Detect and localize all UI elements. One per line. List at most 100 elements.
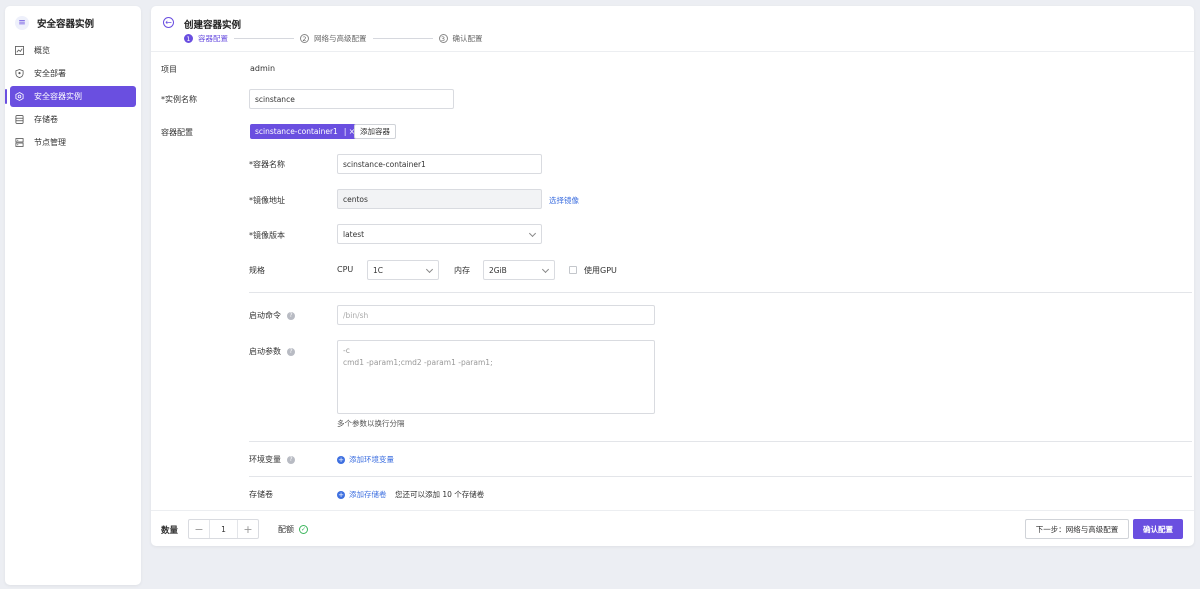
sidebar-item-label: 安全容器实例 bbox=[34, 92, 82, 101]
startup-args-text: 启动参数 bbox=[249, 347, 281, 356]
project-label: 项目 bbox=[161, 65, 177, 74]
step-number: 3 bbox=[438, 34, 448, 43]
chevron-down-icon bbox=[541, 265, 550, 274]
sidebar-item-nodes[interactable]: 节点管理 bbox=[10, 132, 136, 153]
sidebar-item-label: 节点管理 bbox=[34, 138, 66, 147]
active-indicator bbox=[5, 89, 7, 104]
image-version-select[interactable]: latest bbox=[337, 224, 542, 244]
image-version-label: *镜像版本 bbox=[249, 231, 285, 240]
startup-args-textarea[interactable]: -c cmd1 -param1;cmd2 -param1 -param1; bbox=[337, 340, 655, 414]
env-text: 环境变量 bbox=[249, 455, 281, 464]
chart-icon bbox=[15, 46, 24, 55]
startup-args-placeholder-line: -c bbox=[343, 346, 350, 355]
instance-name-label: *实例名称 bbox=[161, 95, 197, 104]
volume-hint: 您还可以添加 10 个存储卷 bbox=[395, 490, 485, 499]
minus-button[interactable]: − bbox=[189, 520, 209, 538]
memory-value: 2GiB bbox=[489, 265, 507, 275]
project-value: admin bbox=[250, 64, 276, 73]
container-tag-label: scinstance-container1 bbox=[255, 127, 338, 136]
sidebar-item-label: 存储卷 bbox=[34, 115, 58, 124]
step-container-config: 1 容器配置 bbox=[184, 33, 228, 44]
server-icon bbox=[15, 138, 24, 147]
quota-text: 配额 bbox=[278, 525, 294, 534]
sidebar-item-label: 概览 bbox=[34, 46, 50, 55]
container-tag[interactable]: scinstance-container1 | × bbox=[250, 124, 361, 139]
back-arrow-icon[interactable]: ← bbox=[163, 17, 174, 28]
step-label: 容器配置 bbox=[198, 34, 228, 43]
page-title: 创建容器实例 bbox=[184, 20, 242, 31]
gpu-checkbox[interactable] bbox=[569, 266, 577, 274]
sidebar-header: ≡ 安全容器实例 bbox=[5, 6, 141, 40]
container-name-input[interactable]: scinstance-container1 bbox=[337, 154, 542, 174]
memory-label: 内存 bbox=[454, 266, 470, 275]
volume-label: 存储卷 bbox=[249, 490, 273, 499]
plus-icon: + bbox=[337, 490, 345, 499]
quantity-value[interactable]: 1 bbox=[209, 520, 238, 538]
add-container-button[interactable]: 添加容器 bbox=[354, 124, 396, 139]
args-hint: 多个参数以换行分隔 bbox=[337, 419, 405, 428]
spec-label: 规格 bbox=[249, 266, 265, 275]
step-number: 1 bbox=[184, 34, 193, 43]
help-icon[interactable]: ? bbox=[287, 311, 295, 320]
step-number: 2 bbox=[300, 34, 309, 43]
sidebar-title: 安全容器实例 bbox=[37, 19, 95, 30]
image-label: *镜像地址 bbox=[249, 196, 285, 205]
step-confirm-config: 3 确认配置 bbox=[438, 33, 483, 44]
divider bbox=[249, 441, 1192, 442]
menu-icon[interactable]: ≡ bbox=[15, 16, 29, 30]
image-version-value: latest bbox=[343, 229, 365, 239]
add-volume-link[interactable]: + 添加存储卷 bbox=[337, 489, 387, 500]
page-header: ← 创建容器实例 1 容器配置 2 网络与高级配置 3 确认配置 bbox=[151, 6, 1194, 52]
image-value: centos bbox=[343, 194, 368, 204]
step-label: 确认配置 bbox=[452, 34, 483, 43]
cpu-label: CPU bbox=[337, 265, 354, 274]
sidebar-item-overview[interactable]: 概览 bbox=[10, 40, 136, 61]
stepper-progress: 1 容器配置 2 网络与高级配置 3 确认配置 bbox=[184, 33, 483, 44]
container-name-label: *容器名称 bbox=[249, 160, 285, 169]
quantity-stepper: − 1 + bbox=[188, 519, 259, 539]
shield-icon bbox=[15, 69, 24, 78]
memory-select[interactable]: 2GiB bbox=[483, 260, 555, 280]
container-config-label: 容器配置 bbox=[161, 128, 193, 137]
step-connector bbox=[372, 38, 433, 39]
container-name-value: scinstance-container1 bbox=[343, 159, 426, 169]
divider bbox=[249, 292, 1192, 293]
env-label: 环境变量? bbox=[249, 454, 295, 465]
startup-cmd-input[interactable]: /bin/sh bbox=[337, 305, 655, 325]
divider bbox=[249, 476, 1192, 477]
help-icon[interactable]: ? bbox=[287, 347, 295, 356]
storage-icon bbox=[15, 115, 24, 124]
image-input[interactable]: centos bbox=[337, 189, 542, 209]
check-circle-icon: ✓ bbox=[299, 525, 308, 534]
cpu-select[interactable]: 1C bbox=[367, 260, 439, 280]
step-network-config: 2 网络与高级配置 bbox=[300, 33, 367, 44]
add-volume-label: 添加存储卷 bbox=[349, 490, 387, 499]
container-icon bbox=[15, 92, 24, 101]
startup-cmd-label: 启动命令? bbox=[249, 310, 295, 321]
startup-cmd-placeholder: /bin/sh bbox=[343, 310, 369, 320]
confirm-config-button[interactable]: 确认配置 bbox=[1133, 519, 1183, 539]
sidebar-item-volumes[interactable]: 存储卷 bbox=[10, 109, 136, 130]
startup-args-placeholder-line: cmd1 -param1;cmd2 -param1 -param1; bbox=[343, 358, 493, 367]
footer-bar: 数量 − 1 + 配额 ✓ 下一步：网络与高级配置 确认配置 bbox=[151, 510, 1194, 546]
quota-label: 配额 ✓ bbox=[278, 524, 308, 535]
main-panel: ← 创建容器实例 1 容器配置 2 网络与高级配置 3 确认配置 项目 admi… bbox=[151, 6, 1194, 546]
sidebar-item-label: 安全部署 bbox=[34, 69, 66, 78]
add-env-link[interactable]: + 添加环境变量 bbox=[337, 454, 394, 465]
startup-cmd-text: 启动命令 bbox=[249, 311, 281, 320]
select-image-link[interactable]: 选择镜像 bbox=[549, 195, 579, 206]
help-icon[interactable]: ? bbox=[287, 455, 295, 464]
plus-icon: + bbox=[337, 455, 345, 464]
sidebar-item-secure-container[interactable]: 安全容器实例 bbox=[5, 86, 136, 107]
plus-button[interactable]: + bbox=[238, 520, 258, 538]
add-env-label: 添加环境变量 bbox=[349, 455, 394, 464]
instance-name-input[interactable]: scinstance bbox=[249, 89, 454, 109]
next-step-button[interactable]: 下一步：网络与高级配置 bbox=[1025, 519, 1129, 539]
sidebar-item-secure-deploy[interactable]: 安全部署 bbox=[10, 63, 136, 84]
chevron-down-icon bbox=[425, 265, 434, 274]
startup-args-label: 启动参数? bbox=[249, 346, 295, 357]
step-label: 网络与高级配置 bbox=[314, 34, 367, 43]
sidebar: ≡ 安全容器实例 概览 安全部署 安全容器实例 存储卷 节点管理 bbox=[5, 6, 141, 585]
quantity-label: 数量 bbox=[161, 526, 179, 536]
chevron-down-icon bbox=[528, 229, 537, 238]
